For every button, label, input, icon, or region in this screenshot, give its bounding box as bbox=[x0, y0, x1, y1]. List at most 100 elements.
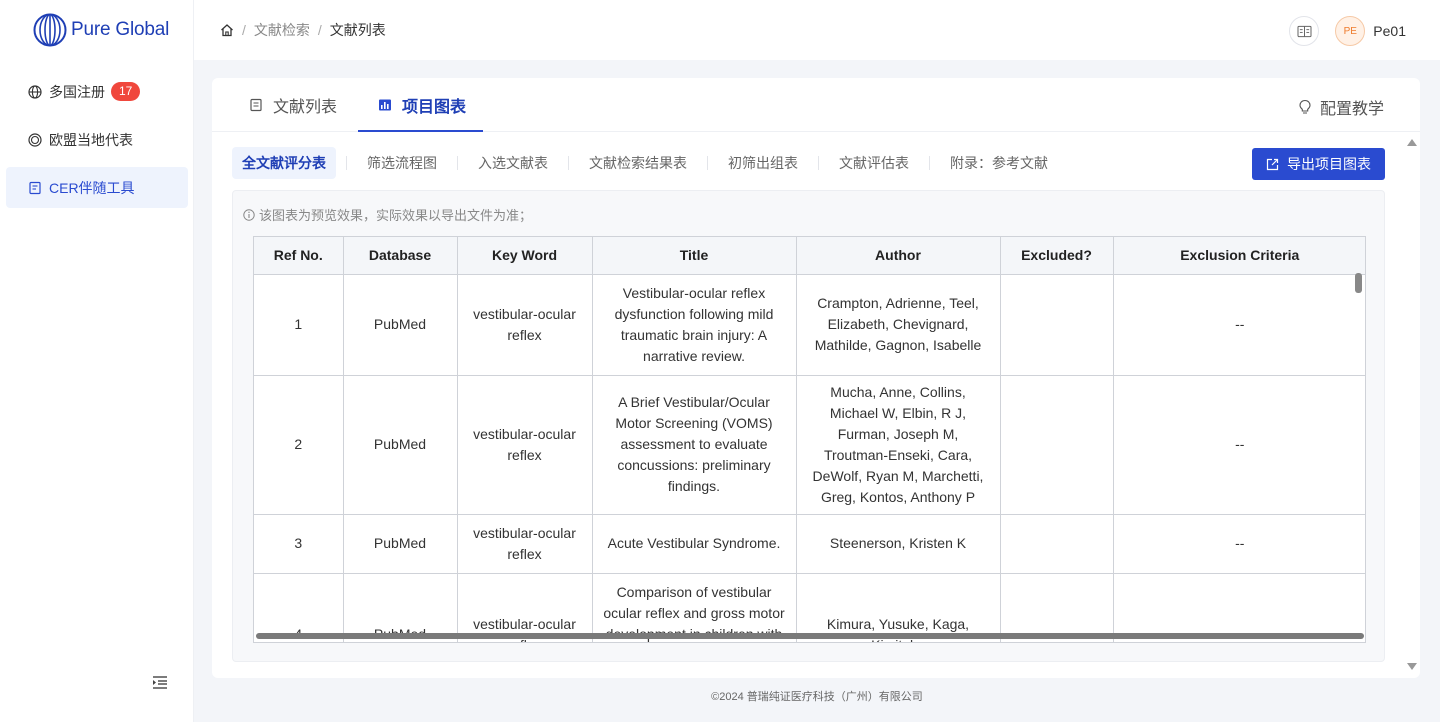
subtab-search-results[interactable]: 文献检索结果表 bbox=[579, 147, 697, 179]
header-ref-no[interactable]: Ref No. bbox=[254, 237, 344, 275]
cell-ref: 1 bbox=[254, 274, 344, 376]
logo-text: Pure Global bbox=[71, 19, 170, 40]
circle-icon bbox=[28, 132, 42, 147]
notification-badge: 17 bbox=[111, 82, 141, 101]
divider bbox=[707, 156, 708, 170]
cell-database: PubMed bbox=[343, 375, 458, 515]
bar-chart-icon bbox=[379, 99, 391, 111]
subtab-full-scoring[interactable]: 全文献评分表 bbox=[232, 147, 336, 179]
cell-criteria: -- bbox=[1113, 375, 1365, 515]
scroll-down-arrow-icon[interactable] bbox=[1407, 663, 1417, 670]
export-charts-button[interactable]: 导出项目图表 bbox=[1252, 148, 1385, 180]
breadcrumb-separator: / bbox=[317, 22, 322, 38]
sidebar-item-cer-tool[interactable]: CER伴随工具 bbox=[6, 167, 188, 208]
document-icon bbox=[28, 181, 42, 195]
cell-database: PubMed bbox=[343, 514, 458, 574]
header-author[interactable]: Author bbox=[796, 237, 1001, 275]
manual-button[interactable] bbox=[1289, 16, 1320, 46]
footer-copyright: ©2024 普瑞纯证医疗科技（广州）有限公司 bbox=[711, 691, 923, 703]
subtab-flow-chart[interactable]: 筛选流程图 bbox=[357, 147, 447, 179]
cell-keyword: vestibular-ocular reflex bbox=[457, 375, 593, 515]
config-tutorial-link[interactable]: 配置教学 bbox=[1298, 95, 1384, 119]
divider bbox=[457, 156, 458, 170]
book-icon bbox=[1297, 25, 1312, 37]
table: Ref No. Database Key Word Title Author E… bbox=[254, 237, 1365, 642]
sidebar-item-label: 欧盟当地代表 bbox=[49, 131, 133, 148]
sidebar-nav: 多国注册 17 欧盟当地代表 CER伴随工具 bbox=[6, 71, 188, 215]
header-database[interactable]: Database bbox=[343, 237, 458, 275]
collapse-menu-icon[interactable] bbox=[152, 675, 168, 689]
cell-criteria: -- bbox=[1113, 514, 1365, 574]
sidebar-item-eu-rep[interactable]: 欧盟当地代表 bbox=[6, 119, 188, 160]
header-key-word[interactable]: Key Word bbox=[457, 237, 593, 275]
list-icon bbox=[250, 98, 262, 112]
divider bbox=[929, 156, 930, 170]
cell-title: Vestibular-ocular reflex dysfunction fol… bbox=[592, 274, 797, 376]
breadcrumb-link[interactable]: 文献检索 bbox=[254, 20, 310, 40]
divider bbox=[568, 156, 569, 170]
subtab-included[interactable]: 入选文献表 bbox=[468, 147, 558, 179]
tab-literature-list[interactable]: 文献列表 bbox=[249, 78, 337, 132]
sidebar: Pure Global 多国注册 17 欧盟当地代表 CER伴随工具 bbox=[0, 0, 194, 722]
cell-excluded bbox=[1000, 514, 1114, 574]
table-row: 2 PubMed vestibular-ocular reflex A Brie… bbox=[254, 375, 1365, 515]
header-actions: PE Pe01 bbox=[1289, 16, 1406, 46]
divider bbox=[346, 156, 347, 170]
horizontal-scrollbar[interactable] bbox=[256, 633, 1364, 639]
cell-keyword: vestibular-ocular reflex bbox=[457, 514, 593, 574]
info-icon bbox=[243, 208, 255, 221]
preview-notice: 该图表为预览效果，实际效果以导出文件为准； bbox=[243, 205, 532, 224]
divider bbox=[818, 156, 819, 170]
scroll-up-arrow-icon[interactable] bbox=[1407, 139, 1417, 146]
breadcrumb-current: 文献列表 bbox=[329, 22, 386, 38]
cell-excluded bbox=[1000, 375, 1114, 515]
tab-bar: 文献列表 项目图表 配置教学 bbox=[212, 78, 1420, 132]
username[interactable]: Pe01 bbox=[1373, 23, 1406, 39]
top-header: / 文献检索 / 文献列表 PE Pe01 bbox=[194, 0, 1440, 60]
header-exclusion-criteria[interactable]: Exclusion Criteria bbox=[1113, 237, 1365, 275]
logo[interactable]: Pure Global bbox=[33, 12, 169, 48]
avatar[interactable]: PE bbox=[1335, 16, 1366, 46]
tab-label: 项目图表 bbox=[402, 99, 467, 116]
literature-score-table[interactable]: Ref No. Database Key Word Title Author E… bbox=[253, 236, 1366, 643]
home-icon[interactable] bbox=[220, 23, 234, 37]
main-card: 文献列表 项目图表 配置教学 全文献评分表 筛选流程图 入选文献表 文献检索结果… bbox=[212, 78, 1420, 678]
cell-database: PubMed bbox=[343, 274, 458, 376]
cell-author: Mucha, Anne, Collins, Michael W, Elbin, … bbox=[796, 375, 1001, 515]
cell-author: Crampton, Adrienne, Teel, Elizabeth, Che… bbox=[796, 274, 1001, 376]
cell-title: A Brief Vestibular/Ocular Motor Screenin… bbox=[592, 375, 797, 515]
preview-panel: 该图表为预览效果，实际效果以导出文件为准； Ref No. Database K… bbox=[232, 190, 1385, 662]
subtab-initial-screening[interactable]: 初筛出组表 bbox=[718, 147, 808, 179]
sidebar-item-multi-country[interactable]: 多国注册 17 bbox=[6, 71, 188, 112]
cell-title: Acute Vestibular Syndrome. bbox=[592, 514, 797, 574]
cell-excluded bbox=[1000, 274, 1114, 376]
notice-text: 该图表为预览效果，实际效果以导出文件为准； bbox=[259, 208, 533, 223]
subtab-evaluation[interactable]: 文献评估表 bbox=[829, 147, 919, 179]
globe-logo-icon bbox=[33, 13, 67, 47]
table-row: 1 PubMed vestibular-ocular reflex Vestib… bbox=[254, 274, 1365, 376]
cell-criteria: -- bbox=[1113, 274, 1365, 376]
breadcrumb-separator: / bbox=[242, 22, 246, 38]
table-row: 3 PubMed vestibular-ocular reflex Acute … bbox=[254, 514, 1365, 574]
active-tab-indicator bbox=[358, 130, 483, 132]
globe-icon bbox=[28, 84, 42, 99]
sidebar-item-label: 多国注册 bbox=[49, 83, 105, 100]
lightbulb-icon bbox=[1299, 99, 1311, 114]
chart-subtabs: 全文献评分表 筛选流程图 入选文献表 文献检索结果表 初筛出组表 文献评估表 附… bbox=[232, 147, 1058, 179]
tab-label: 文献列表 bbox=[273, 99, 338, 116]
table-header-row: Ref No. Database Key Word Title Author E… bbox=[254, 237, 1365, 275]
cell-keyword: vestibular-ocular reflex bbox=[457, 274, 593, 376]
header-title[interactable]: Title bbox=[592, 237, 797, 275]
cell-author: Steenerson, Kristen K bbox=[796, 514, 1001, 574]
vertical-scrollbar[interactable] bbox=[1355, 273, 1362, 293]
sidebar-item-label: CER伴随工具 bbox=[49, 179, 135, 196]
cell-ref: 3 bbox=[254, 514, 344, 574]
export-icon bbox=[1266, 158, 1279, 170]
cell-ref: 2 bbox=[254, 375, 344, 515]
config-label: 配置教学 bbox=[1319, 101, 1384, 118]
header-excluded[interactable]: Excluded? bbox=[1000, 237, 1114, 275]
breadcrumb: / 文献检索 / 文献列表 bbox=[220, 20, 386, 40]
export-label: 导出项目图表 bbox=[1287, 156, 1371, 172]
subtab-appendix[interactable]: 附录：参考文献 bbox=[940, 147, 1058, 179]
tab-project-charts[interactable]: 项目图表 bbox=[378, 78, 466, 132]
